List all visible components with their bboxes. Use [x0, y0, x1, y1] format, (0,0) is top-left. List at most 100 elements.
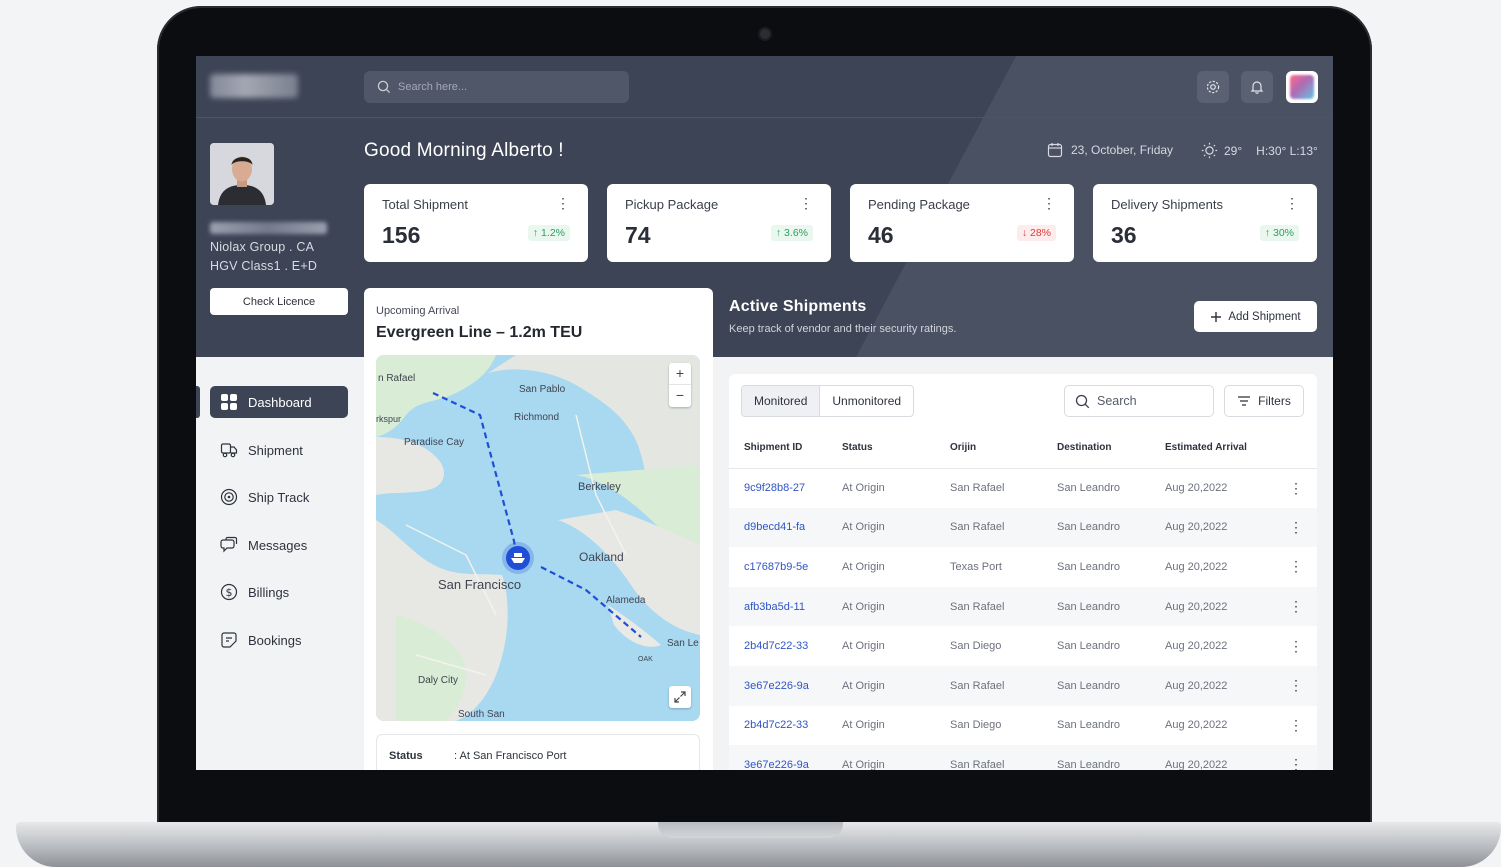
check-licence-button[interactable]: Check Licence: [210, 288, 348, 315]
row-menu-icon[interactable]: ⋮: [1275, 587, 1317, 627]
arrival-cell: Aug 20,2022: [1165, 600, 1228, 613]
tab-unmonitored[interactable]: Unmonitored: [820, 386, 913, 416]
notifications-button[interactable]: [1241, 71, 1273, 103]
status-cell: At Origin: [842, 560, 885, 573]
sidebar-item-label: Ship Track: [248, 489, 310, 505]
column-origin[interactable]: Orijin: [950, 428, 1057, 469]
arrival-title: Evergreen Line – 1.2m TEU: [376, 324, 583, 341]
status-cell: At Origin: [842, 521, 885, 534]
filters-button[interactable]: Filters: [1224, 385, 1304, 417]
sidebar-item-ship-track[interactable]: Ship Track: [210, 481, 348, 513]
column-actions: [1275, 428, 1317, 469]
table-search[interactable]: [1064, 385, 1214, 417]
route-map[interactable]: n Rafael San Pablo Richmond rkspur Parad…: [376, 355, 700, 721]
more-vertical-icon[interactable]: ⋮: [1042, 196, 1056, 210]
shipment-id-link[interactable]: 3e67e226-9a: [729, 666, 842, 706]
table-row[interactable]: d9becd41-fa At Origin San Rafael San Leandr…: [729, 507, 1317, 548]
active-shipments-title: Active Shipments: [729, 298, 867, 315]
upcoming-arrival-card: Upcoming Arrival Evergreen Line – 1.2m T…: [364, 288, 713, 770]
table-body: 9c9f28b8-27 At Origin San Rafael San Leandr…: [729, 468, 1317, 770]
stat-value: 74: [625, 222, 651, 248]
sun-icon: [1201, 142, 1218, 159]
map-label-daly-city: Daly City: [418, 675, 458, 686]
origin-cell: San Rafael: [950, 521, 1005, 534]
row-menu-icon[interactable]: ⋮: [1275, 508, 1317, 548]
shipment-id-link[interactable]: c17687b9-5e: [729, 547, 842, 587]
webcam: [760, 29, 770, 39]
sidebar-item-shipment[interactable]: Shipment: [210, 434, 348, 466]
origin-cell: San Rafael: [950, 482, 1005, 495]
zoom-out-button[interactable]: −: [669, 384, 691, 406]
sidebar-item-label: Dashboard: [248, 394, 312, 410]
svg-text:$: $: [226, 586, 233, 599]
map-fullscreen-button[interactable]: [669, 686, 691, 708]
destination-cell: San Leandro: [1057, 521, 1120, 534]
stat-card-delivery-shipments: Delivery Shipments 36 ⋮ ↑ 30%: [1093, 184, 1317, 262]
settings-button[interactable]: [1197, 71, 1229, 103]
shipment-id-link[interactable]: 2b4d7c22-33: [729, 706, 842, 746]
origin-cell: San Diego: [950, 719, 1002, 732]
map-label-alameda: Alameda: [606, 595, 646, 606]
map-label-oakland: Oakland: [579, 550, 624, 564]
sidebar-item-messages[interactable]: Messages: [210, 529, 348, 561]
more-vertical-icon[interactable]: ⋮: [799, 196, 813, 210]
row-menu-icon[interactable]: ⋮: [1275, 626, 1317, 666]
shipment-id-link[interactable]: 9c9f28b8-27: [729, 468, 842, 508]
destination-cell: San Leandro: [1057, 640, 1120, 653]
stat-value: 46: [868, 222, 894, 248]
status-label: Status: [389, 750, 423, 762]
tab-monitored[interactable]: Monitored: [742, 386, 821, 416]
table-row[interactable]: 2b4d7c22-33 At Origin San Diego San Leandro…: [729, 706, 1317, 746]
map-label-paradise-cay: Paradise Cay: [404, 437, 464, 448]
active-shipments-subtitle: Keep track of vendor and their security …: [729, 323, 957, 335]
sidebar-item-bookings[interactable]: Bookings: [210, 624, 348, 656]
more-vertical-icon[interactable]: ⋮: [1285, 196, 1299, 210]
more-vertical-icon[interactable]: ⋮: [556, 196, 570, 210]
user-avatar-button[interactable]: [1286, 71, 1318, 103]
stat-title: Pending Package: [868, 197, 970, 212]
global-search-input[interactable]: [398, 81, 598, 93]
column-estimated-arrival[interactable]: Estimated Arrival: [1165, 428, 1275, 469]
shipment-id-link[interactable]: d9becd41-fa: [729, 508, 842, 548]
table-row[interactable]: 9c9f28b8-27 At Origin San Rafael San Leandr…: [729, 468, 1317, 508]
stat-change-badge: ↑ 1.2%: [527, 225, 570, 241]
global-search[interactable]: [364, 71, 629, 103]
profile-photo: [210, 143, 274, 205]
column-status[interactable]: Status: [842, 428, 950, 469]
table-row[interactable]: c17687b9-5e At Origin Texas Port San Leandr…: [729, 547, 1317, 587]
map-label-larkspur: rkspur: [376, 414, 401, 424]
table-header-row: Shipment ID Status Orijin Destination Es…: [729, 428, 1317, 469]
shipment-id-link[interactable]: afb3ba5d-11: [729, 587, 842, 627]
table-search-input[interactable]: [1097, 394, 1207, 408]
row-menu-icon[interactable]: ⋮: [1275, 745, 1317, 770]
row-menu-icon[interactable]: ⋮: [1275, 706, 1317, 746]
add-shipment-button[interactable]: Add Shipment: [1194, 301, 1317, 332]
stat-change-badge: ↑ 3.6%: [770, 225, 813, 241]
arrival-label: Upcoming Arrival: [376, 305, 460, 317]
app-screen: Niolax Group . CA HGV Class1 . E+D Check…: [196, 56, 1333, 770]
table-row[interactable]: afb3ba5d-11 At Origin San Rafael San Leandr…: [729, 586, 1317, 627]
add-shipment-label: Add Shipment: [1228, 310, 1301, 323]
table-row[interactable]: 3e67e226-9a At Origin San Rafael San Leandr…: [729, 745, 1317, 770]
temperature: 29°: [1224, 143, 1243, 158]
row-menu-icon[interactable]: ⋮: [1275, 468, 1317, 508]
destination-cell: San Leandro: [1057, 679, 1120, 692]
arrival-cell: Aug 20,2022: [1165, 679, 1228, 692]
booking-icon: [221, 632, 237, 648]
zoom-in-button[interactable]: +: [669, 363, 691, 384]
sidebar-item-billings[interactable]: $ Billings: [210, 576, 348, 608]
stat-card-total-shipment: Total Shipment 156 ⋮ ↑ 1.2%: [364, 184, 588, 262]
search-icon: [1075, 394, 1090, 408]
table-row[interactable]: 3e67e226-9a At Origin San Rafael San Leandr…: [729, 665, 1317, 706]
table-row[interactable]: 2b4d7c22-33 At Origin San Diego San Leandro…: [729, 626, 1317, 666]
row-menu-icon[interactable]: ⋮: [1275, 547, 1317, 587]
row-menu-icon[interactable]: ⋮: [1275, 666, 1317, 706]
shipment-id-link[interactable]: 3e67e226-9a: [729, 745, 842, 770]
column-shipment-id[interactable]: Shipment ID: [729, 428, 842, 469]
plus-icon: [1211, 311, 1222, 322]
sidebar-item-dashboard[interactable]: Dashboard: [210, 386, 348, 418]
shipment-id-link[interactable]: 2b4d7c22-33: [729, 626, 842, 666]
destination-cell: San Leandro: [1057, 719, 1120, 732]
map-label-berkeley: Berkeley: [578, 481, 621, 493]
column-destination[interactable]: Destination: [1057, 428, 1165, 469]
